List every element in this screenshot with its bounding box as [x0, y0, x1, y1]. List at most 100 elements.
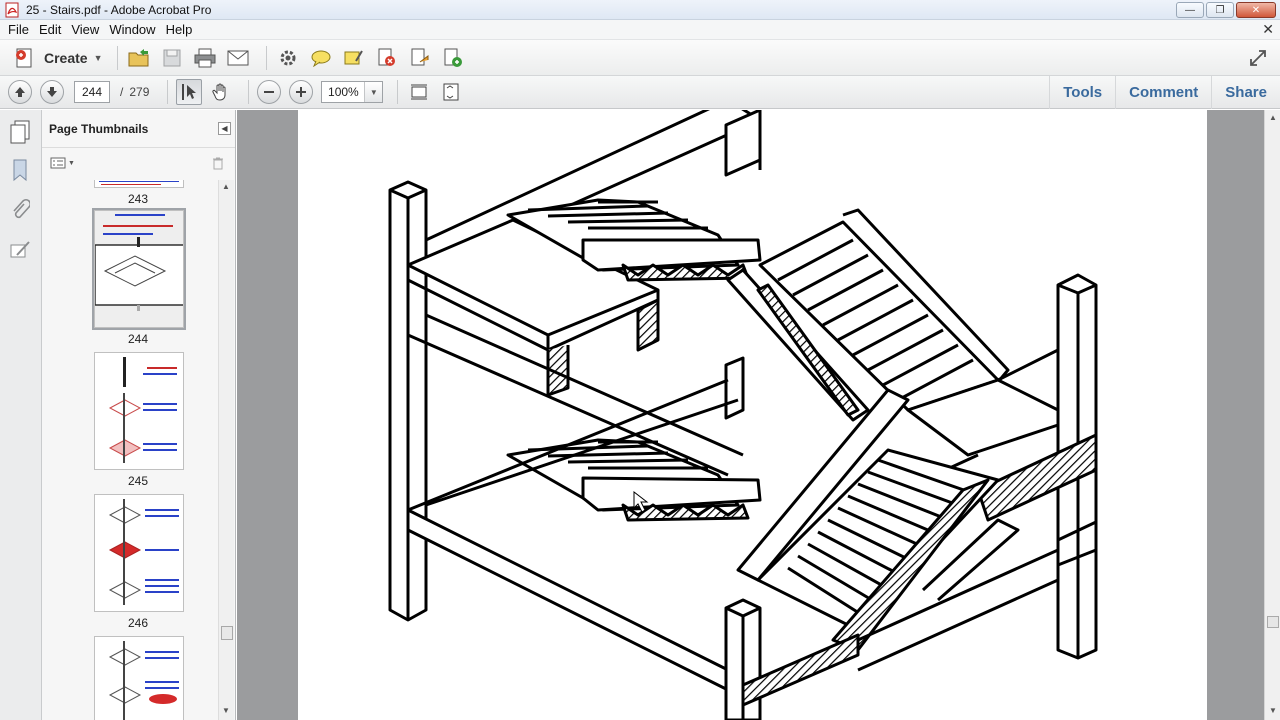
thumbnail-list: 243 244 245 246 — [42, 180, 218, 720]
scroll-up-icon[interactable]: ▲ — [1269, 113, 1277, 122]
signatures-icon[interactable] — [8, 238, 32, 262]
chevron-down-icon[interactable]: ▼ — [364, 82, 383, 102]
toolbar-divider — [248, 80, 250, 104]
navigation-toolbar: 244 / 279 100% ▼ Tools Comment Share — [0, 76, 1280, 109]
toolbar-divider — [265, 45, 267, 70]
scrollbar-thumb[interactable] — [221, 626, 233, 640]
restore-button[interactable]: ❐ — [1206, 2, 1234, 18]
expand-icon[interactable] — [1246, 46, 1270, 70]
next-page-button[interactable] — [40, 80, 64, 104]
page-thumbnail-image — [92, 208, 186, 330]
chevron-down-icon: ▼ — [68, 159, 75, 167]
options-icon — [50, 157, 66, 169]
close-window-button[interactable]: ✕ — [1236, 2, 1276, 18]
page-thumbnail-image — [94, 636, 184, 720]
panel-header: Page Thumbnails ◀ — [42, 110, 235, 148]
thumbnail-scrollbar[interactable]: ▲ ▼ — [218, 180, 234, 720]
delete-pages-icon[interactable] — [374, 45, 400, 71]
thumbnail-page-number: 244 — [127, 332, 149, 346]
thumbnail-page-number: 246 — [127, 616, 149, 630]
thumbnail-243[interactable]: 243 — [42, 180, 218, 206]
gear-icon[interactable] — [275, 45, 301, 71]
fit-page-icon — [443, 83, 459, 101]
trash-icon[interactable] — [211, 156, 225, 173]
page-total: 279 — [129, 85, 150, 99]
panel-title: Page Thumbnails — [49, 121, 149, 136]
main-toolbar: Create ▼ — [0, 40, 1280, 76]
previous-page-button[interactable] — [8, 80, 32, 104]
bookmarks-icon[interactable] — [8, 158, 32, 182]
create-icon — [16, 48, 32, 67]
scrollbar-thumb[interactable] — [1267, 616, 1279, 628]
zoom-in-button[interactable] — [289, 80, 314, 104]
save-icon[interactable] — [159, 45, 185, 71]
hand-tool-button[interactable] — [208, 79, 234, 105]
print-icon[interactable] — [192, 45, 218, 71]
export-icon[interactable] — [440, 45, 466, 71]
share-link[interactable]: Share — [1211, 76, 1280, 109]
pdf-page — [298, 110, 1207, 720]
window-title: 25 - Stairs.pdf - Adobe Acrobat Pro — [26, 2, 212, 17]
fit-page-button[interactable] — [438, 79, 464, 105]
comment-link[interactable]: Comment — [1115, 76, 1211, 109]
toolbar-divider — [167, 80, 169, 104]
staircase-drawing — [388, 110, 1098, 720]
menu-window[interactable]: Window — [105, 22, 159, 37]
attachments-icon[interactable] — [8, 198, 32, 222]
zoom-value: 100% — [328, 85, 359, 99]
open-folder-icon[interactable] — [126, 45, 152, 71]
close-document-icon[interactable]: ✕ — [1262, 21, 1274, 38]
zoom-select[interactable]: 100% ▼ — [321, 81, 384, 103]
comment-bubble-icon[interactable] — [308, 45, 334, 71]
menu-bar: File Edit View Window Help ✕ — [0, 20, 1280, 40]
scroll-down-icon[interactable]: ▼ — [1269, 706, 1277, 715]
thumbnail-next[interactable] — [42, 636, 218, 720]
scroll-up-icon[interactable]: ▲ — [222, 182, 230, 191]
thumbnail-244[interactable]: 244 — [42, 208, 218, 350]
plus-icon — [296, 87, 307, 97]
thumbnail-246[interactable]: 246 — [42, 494, 218, 634]
highlight-icon[interactable] — [341, 45, 367, 71]
page-thumbnail-image — [94, 494, 184, 612]
menu-edit[interactable]: Edit — [35, 22, 65, 37]
arrow-up-icon — [15, 87, 25, 97]
thumbnails-panel: Page Thumbnails ◀ ▼ 243 244 245 246 ▲ ▼ — [42, 110, 236, 720]
chevron-down-icon: ▼ — [93, 52, 103, 63]
options-menu-button[interactable]: ▼ — [50, 157, 75, 169]
minus-icon — [264, 91, 275, 93]
document-view[interactable] — [237, 110, 1264, 720]
toolbar-divider — [397, 80, 399, 104]
edit-pages-icon[interactable] — [407, 45, 433, 71]
scrolling-mode-button[interactable] — [406, 79, 432, 105]
cursor-icon — [182, 84, 197, 100]
menu-view[interactable]: View — [67, 22, 103, 37]
zoom-out-button[interactable] — [257, 80, 282, 104]
create-button[interactable]: Create ▼ — [8, 44, 109, 72]
thumbnail-245[interactable]: 245 — [42, 352, 218, 492]
toolbar-divider — [116, 45, 118, 70]
scroll-down-icon[interactable]: ▼ — [222, 706, 230, 715]
select-tool-button[interactable] — [176, 79, 203, 105]
title-bar: 25 - Stairs.pdf - Adobe Acrobat Pro — ❐ … — [0, 0, 1280, 20]
navigation-pane-rail — [0, 110, 42, 720]
minimize-button[interactable]: — — [1176, 2, 1204, 18]
create-label: Create — [44, 49, 88, 66]
hand-icon — [212, 83, 226, 101]
thumbnail-page-number: 245 — [127, 474, 149, 488]
collapse-panel-icon[interactable]: ◀ — [218, 122, 231, 135]
tools-link[interactable]: Tools — [1049, 76, 1115, 109]
page-thumbnail-image — [94, 180, 184, 188]
page-thumbnail-image — [94, 352, 184, 470]
thumbnail-page-number: 243 — [127, 192, 149, 206]
scroll-pages-icon — [411, 84, 428, 100]
menu-help[interactable]: Help — [162, 22, 197, 37]
panel-tools: ▼ — [42, 148, 235, 178]
page-separator: / — [120, 85, 124, 99]
arrow-down-icon — [47, 87, 57, 97]
acrobat-icon — [5, 2, 19, 17]
document-scrollbar[interactable]: ▲ ▼ — [1264, 110, 1280, 720]
page-thumbnails-icon[interactable] — [8, 120, 32, 144]
menu-file[interactable]: File — [4, 22, 33, 37]
email-icon[interactable] — [225, 45, 251, 71]
page-number-input[interactable]: 244 — [74, 81, 110, 103]
